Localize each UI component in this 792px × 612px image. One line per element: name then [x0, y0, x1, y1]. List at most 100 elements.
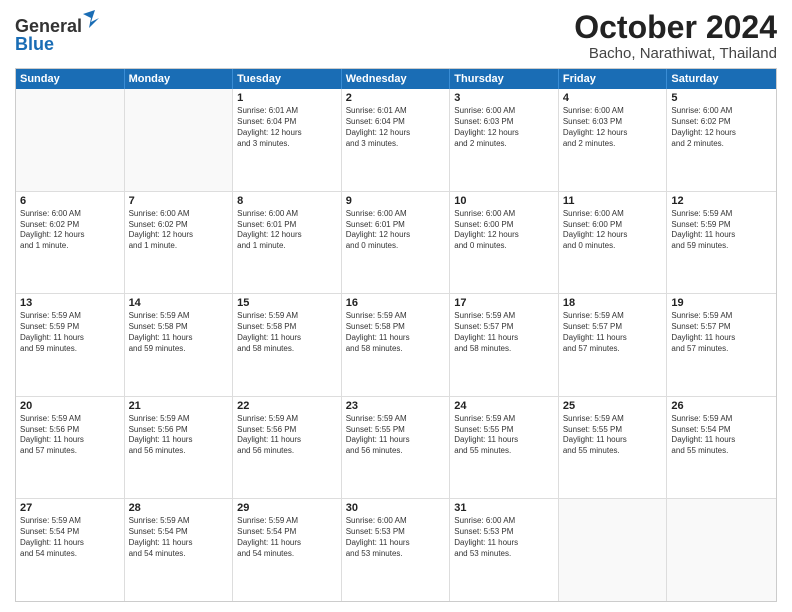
day-number: 12	[671, 195, 772, 207]
logo: GeneralBlue	[15, 10, 105, 54]
day-number: 29	[237, 502, 337, 514]
cal-day-empty	[125, 89, 234, 191]
day-number: 6	[20, 195, 120, 207]
page: GeneralBlue October 2024 Bacho, Narathiw…	[0, 0, 792, 612]
cal-day-28: 28 Sunrise: 5:59 AM Sunset: 5:54 PM Dayli…	[125, 499, 234, 601]
logo-svg: GeneralBlue	[15, 10, 105, 54]
cal-header-day-sunday: Sunday	[16, 69, 125, 89]
cal-day-empty	[667, 499, 776, 601]
day-number: 1	[237, 92, 337, 104]
day-info: Sunrise: 6:00 AM Sunset: 6:00 PM Dayligh…	[563, 209, 663, 252]
cal-day-empty	[16, 89, 125, 191]
cal-day-22: 22Sunrise: 5:59 AM Sunset: 5:56 PM Dayli…	[233, 397, 342, 499]
day-info: Sunrise: 6:00 AM Sunset: 6:01 PM Dayligh…	[237, 209, 337, 252]
day-number: 17	[454, 297, 554, 309]
page-title: October 2024	[574, 10, 777, 45]
day-number: 10	[454, 195, 554, 207]
day-info: Sunrise: 6:00 AM Sunset: 6:03 PM Dayligh…	[563, 106, 663, 149]
day-info: Sunrise: 6:00 AM Sunset: 6:01 PM Dayligh…	[346, 209, 446, 252]
cal-day-18: 18 Sunrise: 5:59 AM Sunset: 5:57 PM Dayli…	[559, 294, 668, 396]
day-info: Sunrise: 5:59 AM Sunset: 5:57 PM Dayligh…	[563, 311, 663, 354]
cal-day-27: 27 Sunrise: 5:59 AM Sunset: 5:54 PM Dayli…	[16, 499, 125, 601]
day-info: Sunrise: 6:00 AM Sunset: 5:53 PM Dayligh…	[346, 516, 446, 559]
day-number: 8	[237, 195, 337, 207]
day-info: Sunrise: 5:59 AM Sunset: 5:55 PM Dayligh…	[454, 414, 554, 457]
day-number: 15	[237, 297, 337, 309]
day-info: Sunrise: 5:59 AM Sunset: 5:58 PM Dayligh…	[129, 311, 229, 354]
day-info: Sunrise: 5:59 AM Sunset: 5:55 PM Dayligh…	[563, 414, 663, 457]
cal-day-9: 9 Sunrise: 6:00 AM Sunset: 6:01 PM Daylig…	[342, 192, 451, 294]
day-info: Sunrise: 5:59 AM Sunset: 5:54 PM Dayligh…	[129, 516, 229, 559]
cal-week-4: 20 Sunrise: 5:59 AM Sunset: 5:56 PM Dayli…	[16, 397, 776, 500]
day-info: Sunrise: 5:59 AM Sunset: 5:57 PM Dayligh…	[671, 311, 772, 354]
cal-day-24: 24Sunrise: 5:59 AM Sunset: 5:55 PM Dayli…	[450, 397, 559, 499]
svg-text:Blue: Blue	[15, 34, 54, 54]
cal-header-day-wednesday: Wednesday	[342, 69, 451, 89]
cal-day-7: 7Sunrise: 6:00 AM Sunset: 6:02 PM Daylig…	[125, 192, 234, 294]
cal-day-3: 3 Sunrise: 6:00 AM Sunset: 6:03 PM Daylig…	[450, 89, 559, 191]
cal-day-14: 14 Sunrise: 5:59 AM Sunset: 5:58 PM Dayli…	[125, 294, 234, 396]
day-number: 14	[129, 297, 229, 309]
cal-day-6: 6 Sunrise: 6:00 AM Sunset: 6:02 PM Daylig…	[16, 192, 125, 294]
cal-day-25: 25 Sunrise: 5:59 AM Sunset: 5:55 PM Dayli…	[559, 397, 668, 499]
day-info: Sunrise: 6:01 AM Sunset: 6:04 PM Dayligh…	[346, 106, 446, 149]
cal-day-30: 30 Sunrise: 6:00 AM Sunset: 5:53 PM Dayli…	[342, 499, 451, 601]
cal-day-17: 17 Sunrise: 5:59 AM Sunset: 5:57 PM Dayli…	[450, 294, 559, 396]
day-number: 26	[671, 400, 772, 412]
day-info: Sunrise: 5:59 AM Sunset: 5:59 PM Dayligh…	[671, 209, 772, 252]
day-info: Sunrise: 5:59 AM Sunset: 5:55 PM Dayligh…	[346, 414, 446, 457]
day-number: 31	[454, 502, 554, 514]
cal-header-day-saturday: Saturday	[667, 69, 776, 89]
cal-day-4: 4Sunrise: 6:00 AM Sunset: 6:03 PM Daylig…	[559, 89, 668, 191]
cal-day-12: 12 Sunrise: 5:59 AM Sunset: 5:59 PM Dayli…	[667, 192, 776, 294]
cal-week-5: 27 Sunrise: 5:59 AM Sunset: 5:54 PM Dayli…	[16, 499, 776, 601]
day-number: 21	[129, 400, 229, 412]
day-info: Sunrise: 5:59 AM Sunset: 5:56 PM Dayligh…	[129, 414, 229, 457]
day-number: 13	[20, 297, 120, 309]
header: GeneralBlue October 2024 Bacho, Narathiw…	[15, 10, 777, 62]
day-number: 27	[20, 502, 120, 514]
cal-day-21: 21 Sunrise: 5:59 AM Sunset: 5:56 PM Dayli…	[125, 397, 234, 499]
day-info: Sunrise: 5:59 AM Sunset: 5:58 PM Dayligh…	[346, 311, 446, 354]
day-number: 9	[346, 195, 446, 207]
day-number: 16	[346, 297, 446, 309]
day-info: Sunrise: 5:59 AM Sunset: 5:54 PM Dayligh…	[20, 516, 120, 559]
day-info: Sunrise: 6:00 AM Sunset: 5:53 PM Dayligh…	[454, 516, 554, 559]
svg-text:General: General	[15, 16, 82, 36]
day-number: 22	[237, 400, 337, 412]
calendar-header: SundayMondayTuesdayWednesdayThursdayFrid…	[16, 69, 776, 89]
day-number: 3	[454, 92, 554, 104]
day-number: 28	[129, 502, 229, 514]
page-subtitle: Bacho, Narathiwat, Thailand	[574, 45, 777, 62]
day-info: Sunrise: 5:59 AM Sunset: 5:54 PM Dayligh…	[671, 414, 772, 457]
day-info: Sunrise: 5:59 AM Sunset: 5:54 PM Dayligh…	[237, 516, 337, 559]
day-info: Sunrise: 5:59 AM Sunset: 5:58 PM Dayligh…	[237, 311, 337, 354]
cal-week-1: 1 Sunrise: 6:01 AM Sunset: 6:04 PM Daylig…	[16, 89, 776, 192]
day-info: Sunrise: 6:00 AM Sunset: 6:03 PM Dayligh…	[454, 106, 554, 149]
day-number: 18	[563, 297, 663, 309]
day-info: Sunrise: 6:00 AM Sunset: 6:02 PM Dayligh…	[20, 209, 120, 252]
cal-day-29: 29 Sunrise: 5:59 AM Sunset: 5:54 PM Dayli…	[233, 499, 342, 601]
cal-day-1: 1 Sunrise: 6:01 AM Sunset: 6:04 PM Daylig…	[233, 89, 342, 191]
day-info: Sunrise: 5:59 AM Sunset: 5:57 PM Dayligh…	[454, 311, 554, 354]
cal-day-20: 20 Sunrise: 5:59 AM Sunset: 5:56 PM Dayli…	[16, 397, 125, 499]
calendar: SundayMondayTuesdayWednesdayThursdayFrid…	[15, 68, 777, 602]
day-info: Sunrise: 5:59 AM Sunset: 5:56 PM Dayligh…	[20, 414, 120, 457]
cal-day-16: 16 Sunrise: 5:59 AM Sunset: 5:58 PM Dayli…	[342, 294, 451, 396]
day-number: 7	[129, 195, 229, 207]
cal-header-day-thursday: Thursday	[450, 69, 559, 89]
day-number: 2	[346, 92, 446, 104]
day-info: Sunrise: 6:01 AM Sunset: 6:04 PM Dayligh…	[237, 106, 337, 149]
cal-day-19: 19Sunrise: 5:59 AM Sunset: 5:57 PM Dayli…	[667, 294, 776, 396]
title-block: October 2024 Bacho, Narathiwat, Thailand	[574, 10, 777, 62]
cal-day-8: 8 Sunrise: 6:00 AM Sunset: 6:01 PM Daylig…	[233, 192, 342, 294]
day-number: 20	[20, 400, 120, 412]
cal-header-day-tuesday: Tuesday	[233, 69, 342, 89]
cal-day-2: 2 Sunrise: 6:01 AM Sunset: 6:04 PM Daylig…	[342, 89, 451, 191]
day-number: 25	[563, 400, 663, 412]
cal-day-13: 13Sunrise: 5:59 AM Sunset: 5:59 PM Dayli…	[16, 294, 125, 396]
cal-day-5: 5Sunrise: 6:00 AM Sunset: 6:02 PM Daylig…	[667, 89, 776, 191]
day-number: 30	[346, 502, 446, 514]
calendar-body: 1 Sunrise: 6:01 AM Sunset: 6:04 PM Daylig…	[16, 89, 776, 601]
cal-day-15: 15 Sunrise: 5:59 AM Sunset: 5:58 PM Dayli…	[233, 294, 342, 396]
